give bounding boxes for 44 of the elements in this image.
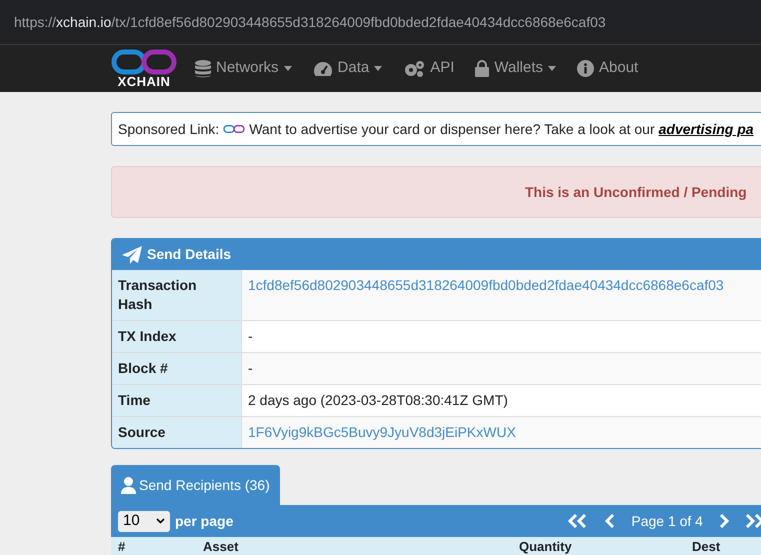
row-label: Source (118, 424, 166, 440)
paper-plane-icon (122, 246, 142, 264)
nav-item[interactable]: Networks (195, 57, 292, 80)
value-text: - (248, 360, 253, 376)
value-text: 2 days ago (2023-03-28T08:30:41Z GMT) (248, 392, 508, 408)
sponsored-text: Want to advertise your card or dispenser here? Take a look at our (249, 120, 655, 139)
row-label: Block # (118, 360, 168, 376)
first-page-icon[interactable] (568, 514, 588, 528)
chain-link-icon (223, 124, 246, 134)
gauge-icon (312, 60, 333, 76)
pending-alert-text: This is an Unconfirmed / Pending (525, 182, 747, 202)
page-indicator: Page 1 of 4 (631, 512, 703, 531)
address-bar[interactable]: https://xchain.io/tx/1cfd8ef56d802903448655d318264009fbd0bded2fdae40434dcc6868e6caf03 (0, 0, 761, 45)
per-page-label: per page (175, 512, 234, 531)
recipients-tab[interactable]: Send Recipients (36) (111, 465, 280, 505)
value-text: - (248, 328, 253, 344)
last-page-icon[interactable] (744, 514, 761, 528)
nav-item[interactable]: API (403, 57, 454, 80)
info-icon (577, 60, 594, 77)
nav-item[interactable]: Wallets (475, 57, 556, 80)
row-label: Time (118, 392, 150, 408)
caret-icon (284, 66, 292, 71)
user-icon (121, 476, 136, 494)
column-header[interactable]: # (118, 539, 126, 554)
per-page-select[interactable]: 10 (118, 510, 170, 532)
chevron-down-icon (156, 518, 165, 524)
column-header[interactable]: Asset (203, 539, 238, 554)
database-icon (195, 60, 211, 78)
nav-item[interactable]: About (577, 57, 638, 80)
row-label: TX Index (118, 328, 176, 344)
sponsored-label: Sponsored Link: (118, 120, 220, 139)
next-page-icon[interactable] (718, 514, 729, 528)
row-label: Transaction Hash (118, 276, 198, 314)
gears-icon (403, 60, 426, 78)
caret-icon (548, 66, 556, 71)
xchain-logo[interactable]: XCHAIN (111, 49, 177, 88)
previous-page-icon[interactable] (605, 514, 616, 528)
nav-item[interactable]: Data (312, 57, 382, 80)
caret-icon (374, 66, 382, 71)
panel-title: Send Details (147, 245, 232, 264)
lock-icon (475, 60, 490, 77)
advertising-link[interactable]: advertising pa (658, 118, 754, 140)
column-header[interactable]: Quantity (519, 539, 572, 554)
column-header[interactable]: Dest (692, 539, 720, 554)
